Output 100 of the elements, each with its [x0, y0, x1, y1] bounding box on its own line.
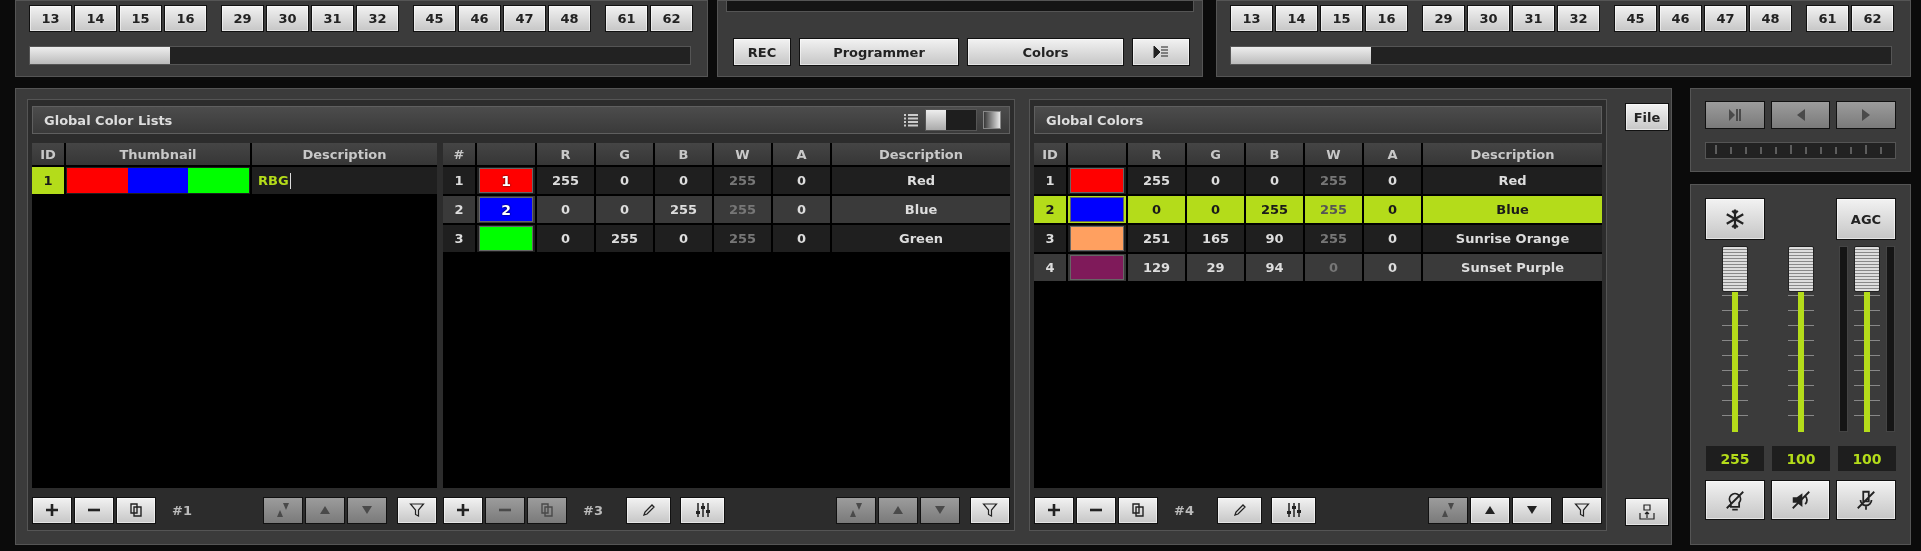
up-down-triangles-icon: [848, 502, 864, 518]
description-field[interactable]: RBG: [252, 167, 437, 194]
gradient-icon[interactable]: [983, 111, 1001, 129]
filter-button[interactable]: [397, 496, 437, 524]
number-button[interactable]: 61: [605, 5, 648, 32]
number-button[interactable]: 30: [1467, 5, 1510, 32]
item-count: #1: [172, 502, 193, 518]
number-button[interactable]: 46: [458, 5, 501, 32]
panel-title: Global Color Lists: [44, 112, 174, 128]
number-button[interactable]: 13: [1230, 5, 1273, 32]
number-button[interactable]: 29: [1422, 5, 1465, 32]
fader[interactable]: [1837, 246, 1897, 432]
column-header: B: [1246, 143, 1303, 165]
id-cell[interactable]: 1: [443, 167, 475, 194]
id-cell[interactable]: 3: [1034, 225, 1066, 252]
number-button[interactable]: 31: [311, 5, 354, 32]
value-cell: 129: [1128, 254, 1185, 281]
number-button[interactable]: 62: [650, 5, 693, 32]
menu-button[interactable]: [1132, 38, 1190, 66]
add-button[interactable]: [32, 496, 72, 524]
number-button[interactable]: 16: [164, 5, 207, 32]
sliders-icon: [1285, 502, 1302, 518]
scrollbar-thumb[interactable]: [1231, 47, 1371, 64]
number-button[interactable]: 31: [1512, 5, 1555, 32]
export-icon: [1639, 504, 1655, 520]
value-cell: 0: [537, 225, 594, 252]
number-button[interactable]: 16: [1365, 5, 1408, 32]
mode-button[interactable]: REC: [733, 38, 791, 66]
value-cell: 0: [1364, 225, 1421, 252]
value-cell: 165: [1187, 225, 1244, 252]
fader-handle[interactable]: [1788, 246, 1814, 292]
filter-button[interactable]: [1562, 496, 1602, 524]
down-button[interactable]: [1512, 496, 1552, 524]
value-cell: 255: [596, 225, 653, 252]
number-button[interactable]: 45: [413, 5, 456, 32]
remove-button[interactable]: [1076, 496, 1116, 524]
number-button[interactable]: 15: [119, 5, 162, 32]
export-button[interactable]: [1625, 498, 1669, 526]
description-cell: Green: [832, 225, 1010, 252]
number-button[interactable]: 48: [1749, 5, 1792, 32]
description-cell: Blue: [832, 196, 1010, 223]
id-cell[interactable]: 2: [1034, 196, 1066, 223]
number-button[interactable]: 30: [266, 5, 309, 32]
file-button[interactable]: File: [1625, 103, 1669, 131]
filter-button[interactable]: [970, 496, 1010, 524]
mode-button[interactable]: Colors: [967, 38, 1124, 66]
id-cell[interactable]: 1: [32, 167, 64, 194]
value-cell: 90: [1246, 225, 1303, 252]
number-button[interactable]: 47: [503, 5, 546, 32]
value-cell: 255: [1305, 167, 1362, 194]
number-button[interactable]: 32: [1557, 5, 1600, 32]
column-header: ID: [32, 143, 64, 165]
fader-handle[interactable]: [1722, 246, 1748, 292]
number-button[interactable]: 62: [1851, 5, 1894, 32]
view-toggle[interactable]: [925, 109, 977, 131]
mixer-button[interactable]: [1271, 496, 1316, 524]
panel-title: Global Colors: [1046, 112, 1145, 128]
number-button[interactable]: 45: [1614, 5, 1657, 32]
value-cell: 251: [1128, 225, 1185, 252]
fader-handle[interactable]: [1854, 246, 1880, 292]
value-cell: 255: [655, 196, 712, 223]
column-header: ID: [1034, 143, 1066, 165]
value-cell: 0: [1187, 196, 1244, 223]
add-button[interactable]: [1034, 496, 1074, 524]
list-view-icon[interactable]: [903, 112, 919, 128]
scrollbar-thumb[interactable]: [30, 47, 170, 64]
copy-button[interactable]: [1118, 496, 1158, 524]
description-cell: Red: [1423, 167, 1602, 194]
edit-button[interactable]: [626, 496, 671, 524]
number-button[interactable]: 14: [1275, 5, 1318, 32]
id-cell[interactable]: 3: [443, 225, 475, 252]
number-button[interactable]: 48: [548, 5, 591, 32]
freeze-button[interactable]: [1705, 198, 1765, 240]
number-button[interactable]: 14: [74, 5, 117, 32]
id-cell[interactable]: 2: [443, 196, 475, 223]
id-cell[interactable]: 1: [1034, 167, 1066, 194]
number-button[interactable]: 47: [1704, 5, 1747, 32]
number-button[interactable]: 15: [1320, 5, 1363, 32]
timeline-ruler[interactable]: [1705, 142, 1896, 159]
mixer-button[interactable]: [680, 496, 725, 524]
add-button[interactable]: [443, 496, 483, 524]
mic-off-button[interactable]: [1836, 480, 1896, 520]
mode-button[interactable]: Programmer: [799, 38, 959, 66]
light-off-button[interactable]: [1705, 480, 1765, 520]
copy-button[interactable]: [116, 496, 156, 524]
value-cell: 0: [537, 196, 594, 223]
scrollbar[interactable]: [1230, 46, 1892, 65]
number-button[interactable]: 46: [1659, 5, 1702, 32]
number-button[interactable]: 13: [29, 5, 72, 32]
edit-button[interactable]: [1217, 496, 1262, 524]
value-cell: 255: [714, 167, 771, 194]
remove-button[interactable]: [74, 496, 114, 524]
mute-button[interactable]: [1770, 480, 1831, 520]
id-cell[interactable]: 4: [1034, 254, 1066, 281]
up-button[interactable]: [1470, 496, 1510, 524]
number-button[interactable]: 29: [221, 5, 264, 32]
number-button[interactable]: 32: [356, 5, 399, 32]
scrollbar[interactable]: [29, 46, 691, 65]
number-button[interactable]: 61: [1806, 5, 1849, 32]
agc-button[interactable]: AGC: [1836, 198, 1896, 240]
